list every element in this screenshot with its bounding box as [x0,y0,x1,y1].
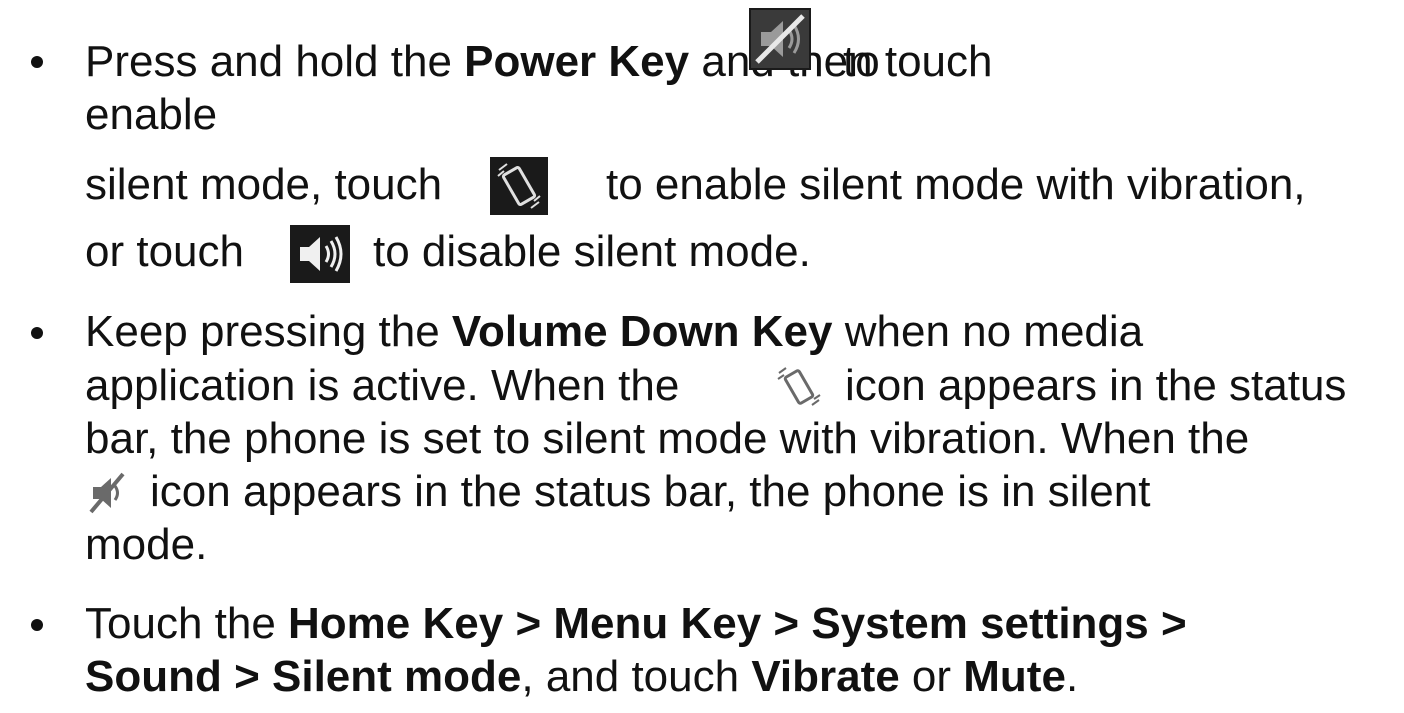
text: icon appears in the status [845,361,1347,410]
bullet-1-line-4: or touch [85,226,244,278]
bullet-1-line-3: silent mode, touch [85,159,442,211]
text: to [843,37,880,86]
text: to enable silent mode with vibration, [606,160,1306,209]
text: or [899,652,964,701]
vibrate-phone-icon [490,157,548,215]
text: icon appears in the status bar, the phon… [150,467,1151,516]
bullet-2-line-4: icon appears in the status bar, the phon… [150,466,1150,518]
text: . [1065,652,1079,701]
speaker-on-icon [290,225,350,283]
text: , and touch [521,652,752,701]
text: and then touch [689,37,993,86]
text: enable [85,90,218,139]
mute-option-label: Mute [963,652,1066,701]
bullet-2-line-2: application is active. When the [85,360,679,412]
muted-status-icon [85,470,129,516]
menu-path-label: Home Key > Menu Key > System settings > [288,599,1187,648]
bullet-3-line-2: Sound > Silent mode, and touch Vibrate o… [85,651,1078,703]
text: application is active. When the [85,361,680,410]
text: Press and hold the [85,37,465,86]
vibrate-status-icon [774,364,824,410]
speaker-muted-icon [749,8,811,70]
vibrate-option-label: Vibrate [751,652,900,701]
text: Touch the [85,599,289,648]
bullet-2-line-1: Keep pressing the Volume Down Key when n… [85,306,1143,358]
bullet-2-dot [31,327,43,339]
bullet-1-dot [31,56,43,68]
bullet-2-line-3: bar, the phone is set to silent mode wit… [85,413,1249,465]
bullet-3-dot [31,619,43,631]
bullet-1-line-4-end: to disable silent mode. [373,226,811,278]
text: bar, the phone is set to silent mode wit… [85,414,1250,463]
volume-down-key-label: Volume Down Key [451,307,833,356]
bullet-1-line-1-end: to [843,36,880,88]
bullet-2-line-2-end: icon appears in the status [845,360,1346,412]
bullet-1-line-2: enable [85,89,217,141]
text: mode. [85,520,208,569]
text: when no media [832,307,1144,356]
bullet-3-line-1: Touch the Home Key > Menu Key > System s… [85,598,1187,650]
text: Keep pressing the [85,307,452,356]
power-key-label: Power Key [464,37,690,86]
bullet-1-line-3-end: to enable silent mode with vibration, [606,159,1306,211]
text: silent mode, touch [85,160,443,209]
bullet-2-line-5: mode. [85,519,207,571]
text: to disable silent mode. [373,227,811,276]
text: or touch [85,227,244,276]
menu-path-label: Sound > Silent mode [85,652,522,701]
